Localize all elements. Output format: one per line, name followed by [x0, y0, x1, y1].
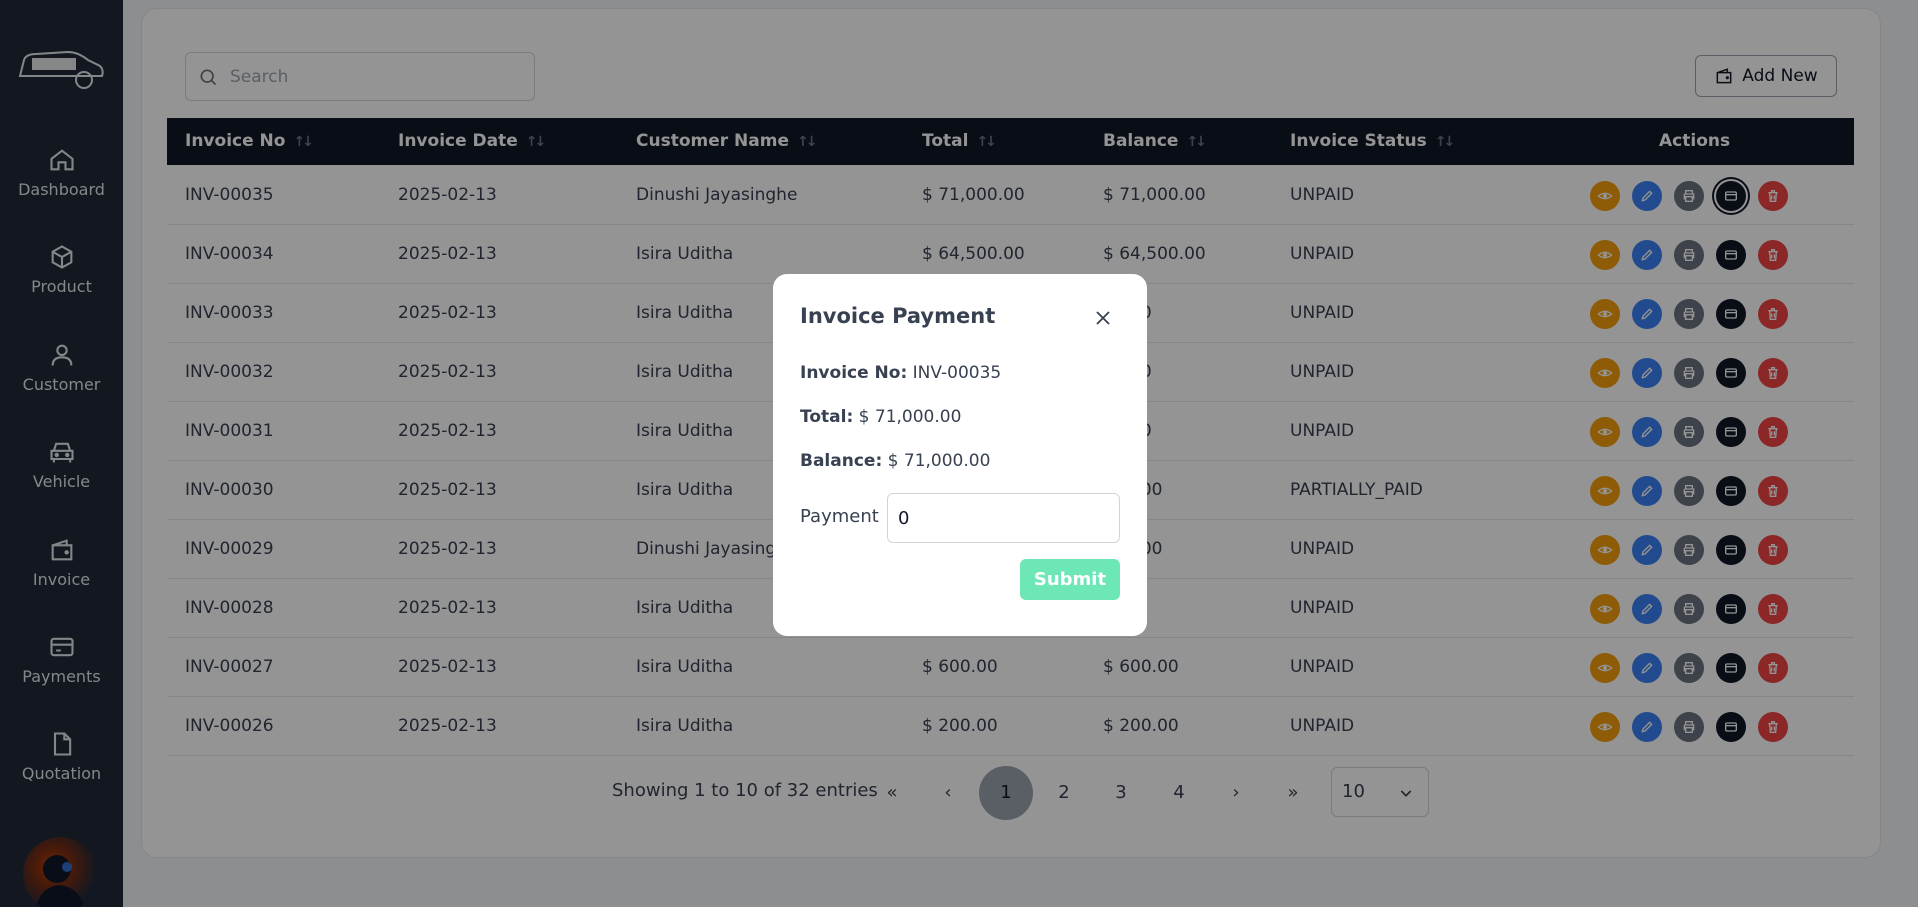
- invoice-payment-modal: Invoice Payment Invoice No: INV-00035 To…: [773, 274, 1147, 636]
- total-label: Total:: [800, 407, 854, 427]
- submit-button[interactable]: Submit: [1020, 559, 1120, 600]
- invoice-no-value: INV-00035: [912, 363, 1002, 383]
- balance-label: Balance:: [800, 451, 883, 471]
- modal-title: Invoice Payment: [800, 304, 996, 328]
- balance-value: $ 71,000.00: [887, 451, 991, 471]
- payment-input[interactable]: [887, 493, 1120, 543]
- close-icon: [1096, 311, 1110, 325]
- invoice-no-line: Invoice No: INV-00035: [800, 363, 1001, 383]
- payment-label: Payment: [800, 506, 879, 527]
- total-line: Total: $ 71,000.00: [800, 407, 961, 427]
- close-button[interactable]: [1091, 306, 1115, 330]
- balance-line: Balance: $ 71,000.00: [800, 451, 990, 471]
- invoice-no-label: Invoice No:: [800, 363, 908, 383]
- total-value: $ 71,000.00: [858, 407, 962, 427]
